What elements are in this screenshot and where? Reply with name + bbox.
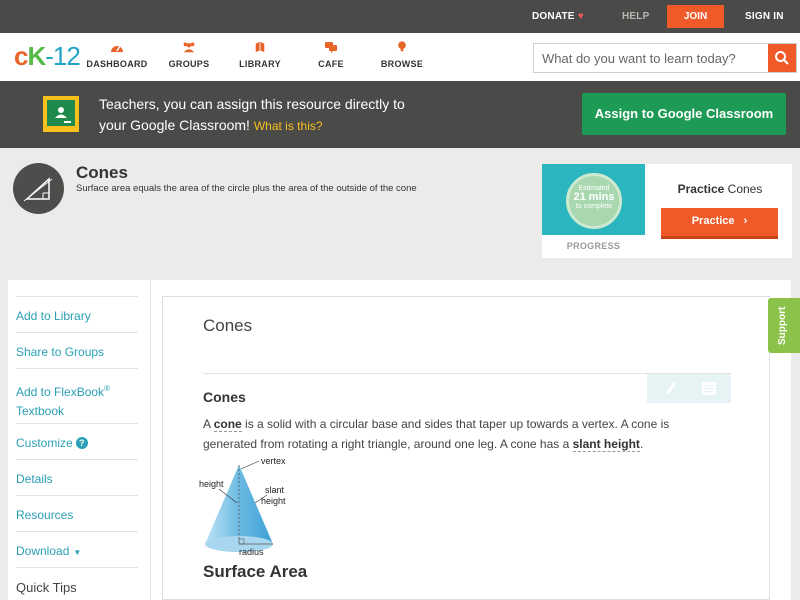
vertex-pointer <box>240 460 260 470</box>
support-tab[interactable]: Support <box>768 298 800 353</box>
height-label: height <box>199 479 224 489</box>
estimated-time-badge: Estimated 21 mins to complete <box>566 173 622 229</box>
practice-title-bold: Practice <box>677 182 725 196</box>
donate-link[interactable]: DONATE ♥ <box>532 11 584 22</box>
browse-icon <box>398 41 406 52</box>
logo-12: -12 <box>45 41 81 71</box>
practice-title: Practice Cones <box>660 182 780 196</box>
teacher-message-line1: Teachers, you can assign this resource d… <box>99 96 405 112</box>
logo-k: K <box>27 41 46 71</box>
join-button[interactable]: JOIN <box>667 5 724 28</box>
concept-subtitle: Surface area equals the area of the circ… <box>76 183 417 194</box>
pencil-icon[interactable] <box>665 381 677 396</box>
nav-groups[interactable]: GROUPS <box>154 41 224 69</box>
registered-mark: ® <box>104 384 110 393</box>
term-cone[interactable]: cone <box>213 417 242 432</box>
practice-title-topic: Cones <box>727 182 763 196</box>
sidebar: Add to Library Share to Groups Add to Fl… <box>8 280 151 600</box>
sidebar-customize[interactable]: Customize? <box>16 423 138 453</box>
sidebar-details[interactable]: Details <box>16 459 138 489</box>
surface-area-title: Surface Area <box>203 562 308 581</box>
top-utility-bar: DONATE ♥ HELP JOIN SIGN IN <box>0 0 800 33</box>
help-icon[interactable]: ? <box>75 437 88 449</box>
annotation-tools <box>647 374 731 403</box>
search-input[interactable] <box>534 44 770 72</box>
sidebar-add-to-flexbook[interactable]: Add to FlexBook® Textbook <box>16 368 138 421</box>
sidebar-resources[interactable]: Resources <box>16 495 138 525</box>
term-slant-height[interactable]: slant height <box>572 437 640 452</box>
help-link[interactable]: HELP <box>622 11 649 22</box>
cone-concept-icon <box>13 163 64 214</box>
practice-progress-image: Estimated 21 mins to complete <box>542 164 645 235</box>
practice-button-label: Practice <box>691 215 735 227</box>
groups-icon <box>183 42 195 53</box>
assign-google-classroom-button[interactable]: Assign to Google Classroom <box>582 93 786 135</box>
notes-icon[interactable] <box>702 382 716 395</box>
cafe-icon <box>325 42 337 53</box>
cone-diagram: vertex height slant height radius <box>199 457 286 557</box>
nav-dashboard[interactable]: DASHBOARD <box>82 41 152 69</box>
support-label: Support <box>777 306 788 345</box>
definition-text-a: A <box>203 417 214 431</box>
donate-label: DONATE <box>532 11 575 22</box>
chevron-right-icon: › <box>743 215 748 227</box>
teacher-banner: Teachers, you can assign this resource d… <box>0 81 800 148</box>
what-is-this-link[interactable]: What is this? <box>254 119 323 133</box>
to-complete-label: to complete <box>575 203 613 210</box>
nav-cafe[interactable]: CAFE <box>296 41 366 69</box>
customize-label: Customize <box>16 436 73 450</box>
google-classroom-icon <box>43 96 79 132</box>
practice-button[interactable]: Practice › <box>661 208 778 239</box>
radius-label: radius <box>239 547 264 557</box>
sidebar-quick-tips[interactable]: Quick Tips <box>16 567 138 597</box>
ck12-logo[interactable]: cK-12 <box>14 41 81 72</box>
practice-card: Estimated 21 mins to complete PROGRESS P… <box>542 164 792 258</box>
dashboard-icon <box>111 46 123 52</box>
nav-groups-label: GROUPS <box>168 59 210 69</box>
sidebar-download[interactable]: Download ▼ <box>16 531 138 562</box>
slant-height-label: height <box>261 496 286 506</box>
nav-browse-label: BROWSE <box>380 59 424 69</box>
nav-cafe-label: CAFE <box>318 59 344 69</box>
logo-c: c <box>14 41 29 71</box>
cone-definition: A cone is a solid with a circular base a… <box>203 414 723 454</box>
main-nav: cK-12 DASHBOARD GROUPS LIBRARY CAFE BROW… <box>0 33 800 81</box>
main-content: Cones Cones A cone is a solid with a cir… <box>162 296 770 600</box>
sidebar-add-to-library[interactable]: Add to Library <box>16 296 138 326</box>
slant-label: slant <box>265 485 285 495</box>
section-title: Cones <box>203 389 246 405</box>
concept-title: Cones <box>76 163 128 182</box>
add-flexbook-label: Add to FlexBook <box>16 385 105 399</box>
download-label: Download <box>16 544 70 558</box>
teacher-message-line2: your Google Classroom! <box>99 117 250 133</box>
nav-browse[interactable]: BROWSE <box>367 41 437 69</box>
heart-icon: ♥ <box>577 11 584 22</box>
vertex-label: vertex <box>261 457 286 466</box>
search-icon <box>775 51 789 65</box>
search-button[interactable] <box>768 44 796 72</box>
nav-library-label: LIBRARY <box>239 59 281 69</box>
sidebar-share-to-groups[interactable]: Share to Groups <box>16 332 138 362</box>
estimated-minutes: 21 mins <box>573 191 615 203</box>
caret-down-icon: ▼ <box>73 548 82 557</box>
definition-text-c: . <box>639 437 644 451</box>
lesson-title: Cones <box>203 316 253 335</box>
search-bar <box>533 43 797 73</box>
textbook-label: Textbook <box>16 404 65 418</box>
sign-in-link[interactable]: SIGN IN <box>745 11 784 22</box>
nav-dashboard-label: DASHBOARD <box>86 59 148 69</box>
teacher-message: Teachers, you can assign this resource d… <box>99 94 479 137</box>
nav-library[interactable]: LIBRARY <box>225 41 295 69</box>
library-icon <box>255 41 265 53</box>
progress-label: PROGRESS <box>566 241 621 251</box>
